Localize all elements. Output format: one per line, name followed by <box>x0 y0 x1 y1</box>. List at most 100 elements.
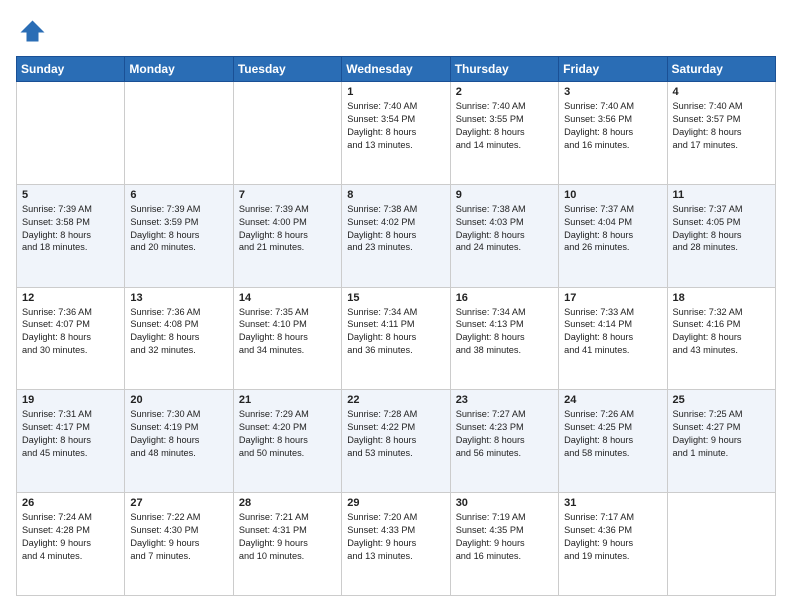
day-info: Sunrise: 7:36 AM Sunset: 4:07 PM Dayligh… <box>22 306 119 358</box>
day-info: Sunrise: 7:38 AM Sunset: 4:03 PM Dayligh… <box>456 203 553 255</box>
day-number: 13 <box>130 292 227 304</box>
day-info: Sunrise: 7:25 AM Sunset: 4:27 PM Dayligh… <box>673 408 770 460</box>
day-cell: 24 Sunrise: 7:26 AM Sunset: 4:25 PM Dayli… <box>559 390 667 493</box>
day-cell: 27 Sunrise: 7:22 AM Sunset: 4:30 PM Dayli… <box>125 493 233 596</box>
day-cell: 14 Sunrise: 7:35 AM Sunset: 4:10 PM Dayli… <box>233 287 341 390</box>
day-info: Sunrise: 7:19 AM Sunset: 4:35 PM Dayligh… <box>456 511 553 563</box>
day-cell: 11 Sunrise: 7:37 AM Sunset: 4:05 PM Dayli… <box>667 184 775 287</box>
day-number: 22 <box>347 394 444 406</box>
day-number: 14 <box>239 292 336 304</box>
day-cell: 30 Sunrise: 7:19 AM Sunset: 4:35 PM Dayli… <box>450 493 558 596</box>
day-info: Sunrise: 7:31 AM Sunset: 4:17 PM Dayligh… <box>22 408 119 460</box>
day-cell: 13Sunrise: 7:36 AM Sunset: 4:08 PM Dayli… <box>125 287 233 390</box>
header-row: SundayMondayTuesdayWednesdayThursdayFrid… <box>17 57 776 82</box>
day-info: Sunrise: 7:39 AM Sunset: 3:59 PM Dayligh… <box>130 203 227 255</box>
day-info: Sunrise: 7:29 AM Sunset: 4:20 PM Dayligh… <box>239 408 336 460</box>
week-row-3: 12 Sunrise: 7:36 AM Sunset: 4:07 PM Dayli… <box>17 287 776 390</box>
day-number: 19 <box>22 394 119 406</box>
day-number: 9 <box>456 189 553 201</box>
day-cell: 6 Sunrise: 7:39 AM Sunset: 3:59 PM Daylig… <box>125 184 233 287</box>
day-number: 18 <box>673 292 770 304</box>
day-number: 7 <box>239 189 336 201</box>
day-cell: 9 Sunrise: 7:38 AM Sunset: 4:03 PM Daylig… <box>450 184 558 287</box>
day-cell: 10 Sunrise: 7:37 AM Sunset: 4:04 PM Dayli… <box>559 184 667 287</box>
day-info: Sunrise: 7:34 AM Sunset: 4:11 PM Dayligh… <box>347 306 444 358</box>
day-info: Sunrise: 7:40 AM Sunset: 3:56 PM Dayligh… <box>564 100 661 152</box>
day-cell: 4 Sunrise: 7:40 AM Sunset: 3:57 PM Daylig… <box>667 82 775 185</box>
day-number: 26 <box>22 497 119 509</box>
header <box>16 16 776 46</box>
day-cell: 26 Sunrise: 7:24 AM Sunset: 4:28 PM Dayli… <box>17 493 125 596</box>
day-info: Sunrise: 7:17 AM Sunset: 4:36 PM Dayligh… <box>564 511 661 563</box>
day-cell: 8 Sunrise: 7:38 AM Sunset: 4:02 PM Daylig… <box>342 184 450 287</box>
day-number: 30 <box>456 497 553 509</box>
day-number: 6 <box>130 189 227 201</box>
day-number: 23 <box>456 394 553 406</box>
col-header-monday: Monday <box>125 57 233 82</box>
day-info: Sunrise: 7:28 AM Sunset: 4:22 PM Dayligh… <box>347 408 444 460</box>
week-row-1: 1Sunrise: 7:40 AM Sunset: 3:54 PM Daylig… <box>17 82 776 185</box>
day-number: 28 <box>239 497 336 509</box>
day-number: 5 <box>22 189 119 201</box>
day-info: Sunrise: 7:27 AM Sunset: 4:23 PM Dayligh… <box>456 408 553 460</box>
day-cell: 12 Sunrise: 7:36 AM Sunset: 4:07 PM Dayli… <box>17 287 125 390</box>
day-cell: 18Sunrise: 7:32 AM Sunset: 4:16 PM Dayli… <box>667 287 775 390</box>
week-row-4: 19 Sunrise: 7:31 AM Sunset: 4:17 PM Dayli… <box>17 390 776 493</box>
day-number: 4 <box>673 86 770 98</box>
day-cell <box>17 82 125 185</box>
col-header-saturday: Saturday <box>667 57 775 82</box>
day-number: 25 <box>673 394 770 406</box>
day-cell: 5 Sunrise: 7:39 AM Sunset: 3:58 PM Daylig… <box>17 184 125 287</box>
week-row-2: 5 Sunrise: 7:39 AM Sunset: 3:58 PM Daylig… <box>17 184 776 287</box>
day-number: 10 <box>564 189 661 201</box>
day-info: Sunrise: 7:40 AM Sunset: 3:55 PM Dayligh… <box>456 100 553 152</box>
day-number: 31 <box>564 497 661 509</box>
day-number: 2 <box>456 86 553 98</box>
day-cell <box>667 493 775 596</box>
day-number: 24 <box>564 394 661 406</box>
day-cell: 23 Sunrise: 7:27 AM Sunset: 4:23 PM Dayli… <box>450 390 558 493</box>
day-cell: 7 Sunrise: 7:39 AM Sunset: 4:00 PM Daylig… <box>233 184 341 287</box>
day-number: 17 <box>564 292 661 304</box>
day-info: Sunrise: 7:22 AM Sunset: 4:30 PM Dayligh… <box>130 511 227 563</box>
calendar-table: SundayMondayTuesdayWednesdayThursdayFrid… <box>16 56 776 596</box>
day-info: Sunrise: 7:39 AM Sunset: 4:00 PM Dayligh… <box>239 203 336 255</box>
day-number: 21 <box>239 394 336 406</box>
page: SundayMondayTuesdayWednesdayThursdayFrid… <box>0 0 792 612</box>
day-info: Sunrise: 7:21 AM Sunset: 4:31 PM Dayligh… <box>239 511 336 563</box>
day-info: Sunrise: 7:38 AM Sunset: 4:02 PM Dayligh… <box>347 203 444 255</box>
day-cell: 29 Sunrise: 7:20 AM Sunset: 4:33 PM Dayli… <box>342 493 450 596</box>
day-info: Sunrise: 7:35 AM Sunset: 4:10 PM Dayligh… <box>239 306 336 358</box>
col-header-wednesday: Wednesday <box>342 57 450 82</box>
day-number: 27 <box>130 497 227 509</box>
day-number: 8 <box>347 189 444 201</box>
day-info: Sunrise: 7:33 AM Sunset: 4:14 PM Dayligh… <box>564 306 661 358</box>
day-cell: 20 Sunrise: 7:30 AM Sunset: 4:19 PM Dayli… <box>125 390 233 493</box>
day-info: Sunrise: 7:37 AM Sunset: 4:05 PM Dayligh… <box>673 203 770 255</box>
day-info: Sunrise: 7:40 AM Sunset: 3:54 PM Dayligh… <box>347 100 444 152</box>
day-cell: 21 Sunrise: 7:29 AM Sunset: 4:20 PM Dayli… <box>233 390 341 493</box>
day-number: 12 <box>22 292 119 304</box>
day-info: Sunrise: 7:39 AM Sunset: 3:58 PM Dayligh… <box>22 203 119 255</box>
day-number: 15 <box>347 292 444 304</box>
day-info: Sunrise: 7:24 AM Sunset: 4:28 PM Dayligh… <box>22 511 119 563</box>
day-number: 11 <box>673 189 770 201</box>
day-cell <box>125 82 233 185</box>
day-number: 20 <box>130 394 227 406</box>
day-cell: 16Sunrise: 7:34 AM Sunset: 4:13 PM Dayli… <box>450 287 558 390</box>
day-cell <box>233 82 341 185</box>
day-cell: 1Sunrise: 7:40 AM Sunset: 3:54 PM Daylig… <box>342 82 450 185</box>
day-cell: 19 Sunrise: 7:31 AM Sunset: 4:17 PM Dayli… <box>17 390 125 493</box>
day-info: Sunrise: 7:40 AM Sunset: 3:57 PM Dayligh… <box>673 100 770 152</box>
day-info: Sunrise: 7:30 AM Sunset: 4:19 PM Dayligh… <box>130 408 227 460</box>
day-number: 29 <box>347 497 444 509</box>
day-cell: 15 Sunrise: 7:34 AM Sunset: 4:11 PM Dayli… <box>342 287 450 390</box>
col-header-tuesday: Tuesday <box>233 57 341 82</box>
day-info: Sunrise: 7:37 AM Sunset: 4:04 PM Dayligh… <box>564 203 661 255</box>
col-header-friday: Friday <box>559 57 667 82</box>
day-cell: 25 Sunrise: 7:25 AM Sunset: 4:27 PM Dayli… <box>667 390 775 493</box>
day-info: Sunrise: 7:20 AM Sunset: 4:33 PM Dayligh… <box>347 511 444 563</box>
day-info: Sunrise: 7:26 AM Sunset: 4:25 PM Dayligh… <box>564 408 661 460</box>
logo-icon <box>16 16 46 46</box>
day-cell: 17 Sunrise: 7:33 AM Sunset: 4:14 PM Dayli… <box>559 287 667 390</box>
